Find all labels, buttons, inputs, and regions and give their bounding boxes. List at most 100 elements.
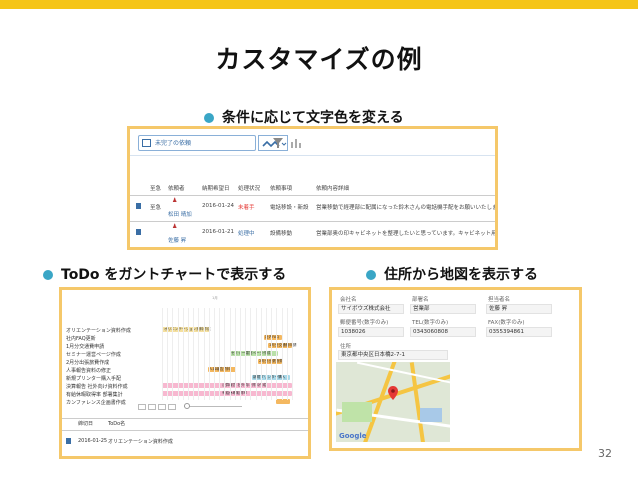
section2-heading-text: ToDo をガントチャートで表示する [61, 267, 287, 283]
nav-buttons [138, 404, 178, 410]
page-number: 32 [598, 447, 612, 460]
fax-field[interactable]: 0355394861 [486, 327, 552, 337]
task-label: 社内FAQ更新 [66, 336, 96, 342]
task-label: セミナー運営ページ作成 [66, 352, 121, 358]
gantt-gridline [292, 308, 293, 400]
col-due[interactable]: 納期希望日 [202, 184, 230, 192]
gantt-gridline [229, 308, 231, 400]
gantt-gridline [234, 308, 236, 400]
task-label: オリエンテーション資料作成 [66, 328, 131, 334]
tel-field[interactable]: 0343060808 [410, 327, 476, 337]
gantt-bar[interactable]: 人事報告資料 [208, 367, 236, 372]
cell-due: 2016-01-21 [202, 229, 234, 235]
google-logo: Google [339, 432, 367, 440]
gantt-gridline [198, 308, 200, 400]
status-color-panel: 未完了の依頼 至急 依頼者 納期希望日 処理状況 依頼事項 依頼内容詳細 至急 … [127, 126, 498, 250]
map[interactable]: Google [336, 362, 450, 442]
field-label: FAX(数字のみ) [488, 320, 525, 326]
gantt-gridline [182, 308, 184, 400]
postal-code-field[interactable]: 1038026 [338, 327, 404, 337]
section1-heading: 条件に応じて文字色を変える [204, 107, 404, 127]
gantt-gridline [260, 308, 262, 400]
col-detail[interactable]: 依頼内容詳細 [316, 184, 349, 192]
record-icon[interactable] [136, 203, 141, 209]
slide-title: カスタマイズの例 [215, 45, 423, 74]
col-item[interactable]: 依頼事項 [270, 184, 292, 192]
gantt-gridline [188, 308, 189, 400]
cell-due: 2016-01-24 [202, 203, 234, 209]
view-selector[interactable]: 未完了の依頼 [138, 135, 256, 151]
gantt-gridline [219, 308, 221, 400]
gantt-gridline [286, 308, 288, 400]
calendar-icon [142, 139, 151, 147]
gantt-gridline [266, 308, 267, 400]
gantt-gridline [208, 308, 210, 400]
row-divider [130, 195, 495, 196]
task-label: 決算報告 社外向け資料作成 [66, 384, 128, 390]
chart-icon[interactable] [290, 137, 302, 149]
gantt-bar[interactable] [276, 399, 290, 404]
section3-heading-text: 住所から地図を表示する [384, 267, 538, 283]
row-divider [130, 221, 495, 222]
cell-requester[interactable]: 松田 晴加 [168, 210, 192, 218]
map-panel: 会社名 サイボウズ株式会社 部署名 営業部 担当者名 佐藤 昇 郵便番号(数字の… [329, 287, 582, 451]
task-label: 人事報告資料の修正 [66, 368, 112, 374]
gantt-gridline [245, 308, 247, 400]
avatar: ♟ [172, 223, 178, 230]
zoom-slider[interactable] [184, 406, 242, 407]
gantt-panel: 1月 オリエンテーション資料作成 社内FAQ更新 1月分交通費申請 セミナー運営… [59, 287, 311, 459]
company-field[interactable]: サイボウズ株式会社 [338, 304, 404, 314]
col-todo[interactable]: ToDo名 [108, 420, 125, 427]
gantt-gridline [214, 308, 215, 400]
cell-requester[interactable]: 佐藤 昇 [168, 236, 186, 244]
map-water [420, 408, 442, 422]
bullet-icon [43, 270, 53, 280]
gantt-gridline [193, 308, 195, 400]
cell-status: 未着手 [238, 205, 255, 211]
toolbar-divider [130, 155, 495, 156]
gantt-gridline [203, 308, 205, 400]
col-urgent[interactable]: 至急 [150, 184, 161, 192]
next-small-button[interactable] [158, 404, 166, 410]
prev-small-button[interactable] [148, 404, 156, 410]
task-label: 2月分出張旅費作成 [66, 360, 110, 366]
department-field[interactable]: 営業部 [410, 304, 476, 314]
top-accent-bar [0, 0, 638, 9]
record-icon[interactable] [136, 229, 141, 235]
list-name: オリエンテーション資料作成 [108, 439, 173, 445]
col-status[interactable]: 処理状況 [238, 184, 260, 192]
filter-icon[interactable] [272, 137, 284, 149]
gantt-gridline [167, 308, 169, 400]
gantt-gridline [250, 308, 252, 400]
field-label: TEL(数字のみ) [412, 320, 449, 326]
task-label: カンファレンス企画書作成 [66, 400, 126, 406]
gantt-gridline [240, 308, 241, 400]
prev-button[interactable] [138, 404, 146, 410]
contact-name-field[interactable]: 佐藤 昇 [486, 304, 552, 314]
cell-status: 処理中 [238, 231, 255, 237]
cell-detail: 営業部奥の印キャビネットを整理したいと思っています。キャビネット用の値 [316, 231, 498, 237]
task-label: 1月分交通費申請 [66, 344, 105, 350]
section1-heading-text: 条件に応じて文字色を変える [222, 110, 404, 126]
map-pin-icon[interactable] [388, 386, 398, 400]
zoom-slider-handle[interactable] [184, 403, 190, 409]
address-field[interactable]: 東京都中央区日本橋2-7-1 [338, 350, 448, 360]
bullet-icon [204, 113, 214, 123]
gantt-bar[interactable]: 有給休暇取得率 [162, 391, 292, 396]
cell-item: 電話移設・新設 [270, 205, 309, 211]
task-label: 有給休暇取得率 部署集計 [66, 392, 123, 398]
field-label: 部署名 [412, 297, 429, 303]
record-icon[interactable] [66, 438, 71, 444]
next-button[interactable] [168, 404, 176, 410]
field-label: 郵便番号(数字のみ) [340, 320, 389, 326]
month-label: 1月 [212, 296, 218, 300]
gantt-gridline [276, 308, 278, 400]
field-label: 担当者名 [488, 297, 511, 303]
gantt-bar[interactable]: 決算報告 社外向け資料作成 [162, 383, 292, 388]
col-requester[interactable]: 依頼者 [168, 184, 185, 192]
gantt-gridline [162, 308, 163, 400]
list-date: 2016-01-25 [78, 438, 108, 444]
list-divider [62, 418, 308, 419]
list-divider [62, 430, 308, 431]
col-deadline[interactable]: 締切日 [78, 420, 93, 427]
